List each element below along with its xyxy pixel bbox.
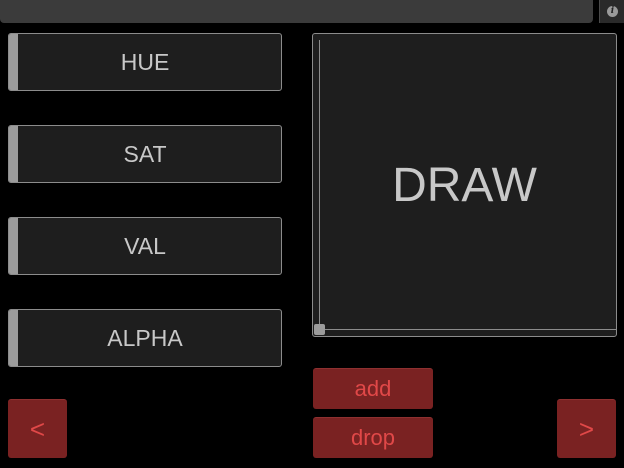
alpha-slider[interactable]: ALPHA [8, 309, 282, 367]
top-bar [0, 0, 593, 23]
sat-slider[interactable]: SAT [8, 125, 282, 183]
previous-button[interactable]: < [8, 399, 67, 458]
sat-slider-label: SAT [123, 140, 167, 167]
draw-pad[interactable]: DRAW [312, 33, 617, 337]
info-icon: i [607, 6, 618, 17]
alpha-slider-label: ALPHA [107, 324, 183, 351]
add-button[interactable]: add [313, 368, 433, 409]
hue-slider-label: HUE [120, 48, 170, 75]
val-slider-label: VAL [124, 232, 166, 259]
info-button[interactable]: i [599, 0, 624, 23]
next-button[interactable]: > [557, 399, 616, 458]
val-slider[interactable]: VAL [8, 217, 282, 275]
hue-slider[interactable]: HUE [8, 33, 282, 91]
drop-button[interactable]: drop [313, 417, 433, 458]
draw-pad-label: DRAW [392, 158, 537, 212]
